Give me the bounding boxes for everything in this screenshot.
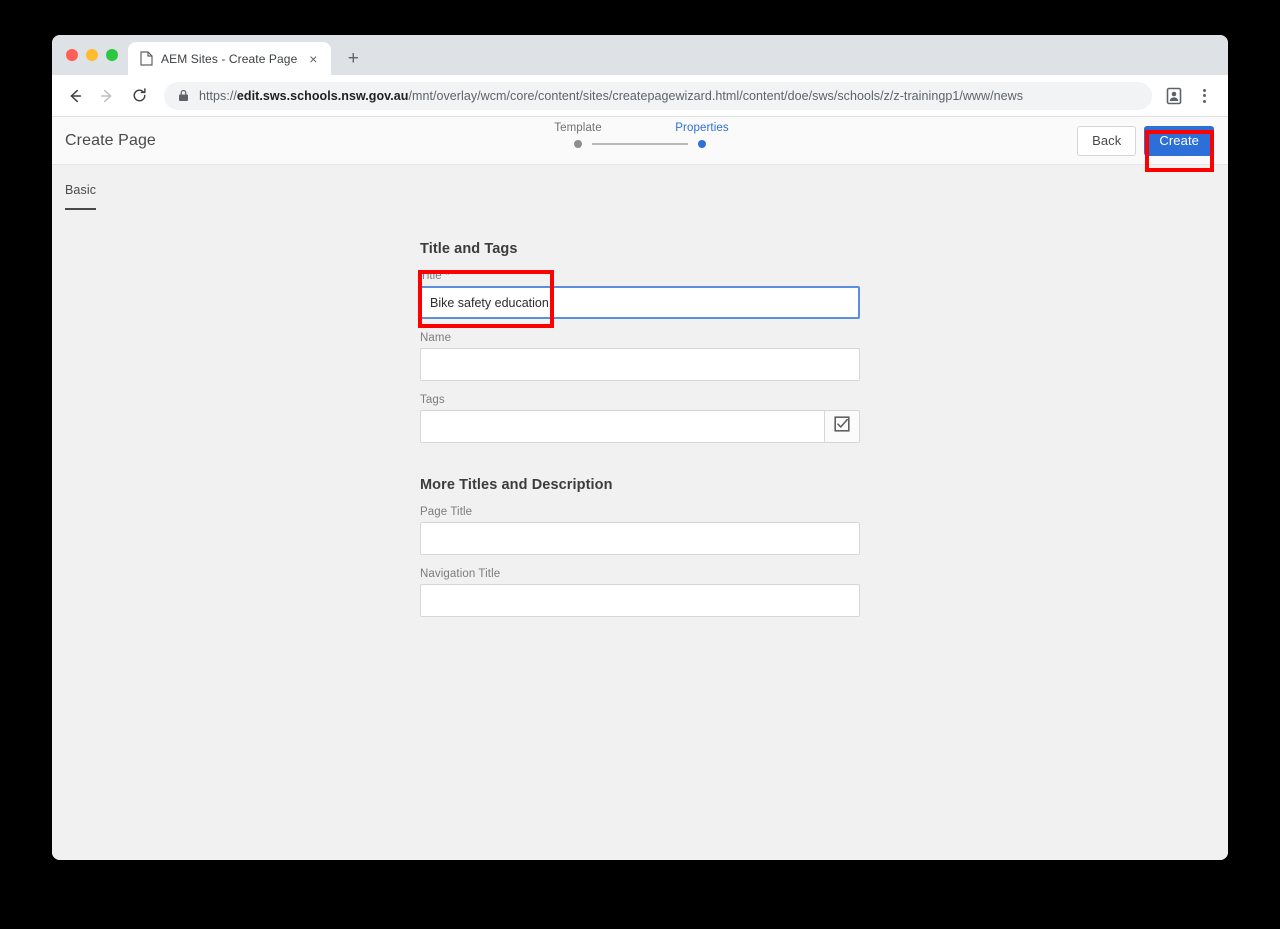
field-label-tags: Tags — [420, 394, 445, 406]
title-input-value: Bike safety education — [430, 295, 549, 310]
form-column: Title and Tags Title * Bike safety educa… — [418, 241, 860, 617]
reload-icon[interactable] — [124, 81, 154, 111]
stepper-dot-template — [574, 140, 582, 148]
header-actions: Back Create — [1077, 125, 1214, 172]
field-navigation-title: Navigation Title — [420, 568, 860, 617]
browser-tab[interactable]: AEM Sites - Create Page × — [128, 42, 332, 75]
minimize-window-button[interactable] — [86, 49, 98, 61]
tags-input[interactable] — [420, 410, 824, 443]
field-label-title: Title * — [420, 270, 450, 282]
kebab-menu-icon[interactable] — [1190, 82, 1218, 110]
browser-toolbar: https://edit.sws.schools.nsw.gov.au/mnt/… — [52, 75, 1228, 117]
document-icon — [140, 51, 153, 66]
aem-wizard-header: Create Page Template Properties Back Cre… — [52, 117, 1228, 172]
close-icon[interactable]: × — [305, 51, 321, 67]
section-heading-more-titles-and-description: More Titles and Description — [420, 477, 613, 493]
lock-icon — [178, 89, 189, 102]
stepper-label-template: Template — [554, 122, 602, 134]
page-viewport: Create Page Template Properties Back Cre… — [52, 117, 1228, 860]
plus-icon[interactable]: + — [339, 44, 367, 72]
wizard-stepper: Template Properties — [52, 122, 1228, 148]
field-label-navigation-title: Navigation Title — [420, 568, 501, 580]
navigation-title-input[interactable] — [420, 584, 860, 617]
back-button[interactable]: Back — [1077, 125, 1137, 156]
checkbox-checked-icon — [834, 416, 850, 437]
field-name: Name — [420, 332, 860, 381]
properties-tab-bar: Basic — [52, 165, 1228, 213]
name-input[interactable] — [420, 348, 860, 381]
tags-row — [420, 410, 860, 443]
text-caret — [549, 295, 551, 310]
arrow-right-icon[interactable] — [92, 81, 122, 111]
profile-badge-icon[interactable] — [1160, 82, 1188, 110]
tab-basic[interactable]: Basic — [65, 183, 97, 210]
stepper-label-properties: Properties — [675, 122, 729, 134]
url-path: /mnt/overlay/wcm/core/content/sites/crea… — [408, 88, 1023, 103]
field-label-name: Name — [420, 332, 452, 344]
title-input[interactable]: Bike safety education — [420, 286, 860, 319]
field-label-page-title: Page Title — [420, 506, 473, 518]
page-title-input[interactable] — [420, 522, 860, 555]
browser-tab-strip: AEM Sites - Create Page × + — [52, 35, 1228, 75]
stepper-dot-properties — [698, 140, 706, 148]
url-host: edit.sws.schools.nsw.gov.au — [236, 88, 409, 103]
properties-form: Title and Tags Title * Bike safety educa… — [52, 213, 1228, 860]
maximize-window-button[interactable] — [106, 49, 118, 61]
browser-window: AEM Sites - Create Page × + https://edit… — [52, 35, 1228, 860]
address-bar-url: https://edit.sws.schools.nsw.gov.au/mnt/… — [199, 89, 1023, 103]
browser-tab-title: AEM Sites - Create Page — [161, 51, 298, 66]
tags-browse-button[interactable] — [824, 410, 860, 443]
stepper-step-properties[interactable]: Properties — [647, 122, 757, 148]
section-heading-title-and-tags: Title and Tags — [420, 241, 518, 257]
url-scheme: https:// — [199, 88, 237, 103]
create-button[interactable]: Create — [1144, 125, 1214, 156]
field-page-title: Page Title — [420, 506, 860, 555]
window-traffic-lights — [62, 35, 128, 75]
page-title: Create Page — [65, 131, 156, 149]
field-title: Title * Bike safety education — [418, 270, 860, 328]
address-bar[interactable]: https://edit.sws.schools.nsw.gov.au/mnt/… — [164, 81, 1152, 110]
field-tags: Tags — [420, 394, 860, 443]
close-window-button[interactable] — [66, 49, 78, 61]
arrow-left-icon[interactable] — [60, 81, 90, 111]
